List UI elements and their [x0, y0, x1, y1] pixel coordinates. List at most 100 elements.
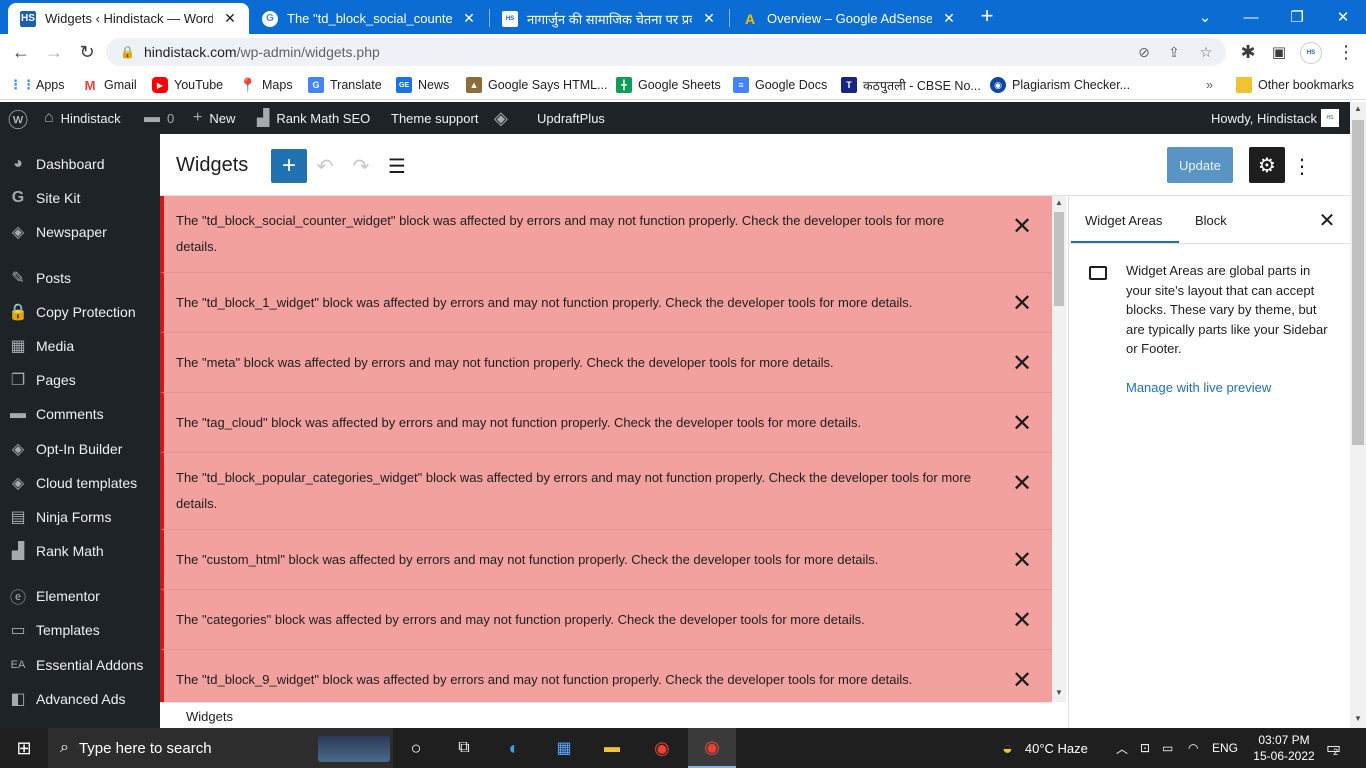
- language-indicator[interactable]: ENG: [1212, 728, 1238, 768]
- bookmark-docs[interactable]: ≡ Google Docs: [733, 76, 827, 94]
- bookmark-gmail[interactable]: M Gmail: [82, 76, 137, 94]
- adminbar-updraftplus[interactable]: UpdraftPlus: [537, 102, 605, 134]
- adminbar-comments[interactable]: ▬ 0: [144, 102, 174, 134]
- content-scrollbar[interactable]: ▲ ▼: [1052, 196, 1066, 702]
- bookmark-maps[interactable]: 📍 Maps: [239, 76, 292, 94]
- breadcrumb-item[interactable]: Widgets: [186, 709, 233, 724]
- file-explorer-icon[interactable]: ▬: [594, 728, 630, 768]
- sidebar-item-templates[interactable]: ▭ Templates: [0, 613, 160, 647]
- battery-icon[interactable]: ▭: [1162, 728, 1173, 768]
- browser-tab-adsense[interactable]: A Overview – Google AdSense ✕: [730, 3, 968, 34]
- adminbar-site[interactable]: ⌂ Hindistack: [44, 102, 121, 134]
- close-notice-icon[interactable]: ✕: [1010, 470, 1034, 497]
- add-block-button[interactable]: +: [271, 149, 307, 183]
- chrome-icon[interactable]: ◉: [644, 728, 680, 768]
- browser-tab-article[interactable]: HS नागार्जुन की सामाजिक चेतना पर प्रकाश …: [490, 3, 728, 34]
- bookmark-plagiarism[interactable]: ◉ Plagiarism Checker...: [990, 76, 1130, 94]
- edge-icon[interactable]: ◐: [496, 728, 532, 768]
- bookmark-youtube[interactable]: ▶ YouTube: [152, 76, 223, 94]
- store-icon[interactable]: ▦: [546, 728, 582, 768]
- sidebar-item-essential-addons[interactable]: EA Essential Addons: [0, 648, 160, 682]
- tab-search-chevron-icon[interactable]: ⌄: [1182, 0, 1228, 34]
- sidebar-item-cloud-templates[interactable]: ◈ Cloud templates: [0, 466, 160, 500]
- profile-avatar[interactable]: HS: [1300, 42, 1322, 64]
- wordpress-logo-icon[interactable]: ⓦ: [8, 102, 35, 134]
- manage-live-preview-link[interactable]: Manage with live preview: [1126, 380, 1271, 395]
- chrome-menu-icon[interactable]: ⋮: [1332, 38, 1360, 66]
- tray-chevron-icon[interactable]: ︿: [1116, 728, 1128, 768]
- share-icon[interactable]: ⇪: [1164, 42, 1184, 62]
- forward-icon[interactable]: →: [40, 38, 68, 66]
- eye-off-icon[interactable]: ⊘: [1134, 42, 1154, 62]
- close-tab-icon[interactable]: ✕: [221, 10, 239, 28]
- sidebar-item-comments[interactable]: ▬ Comments: [0, 397, 160, 431]
- adminbar-new[interactable]: + New: [193, 102, 235, 134]
- chrome-profile-icon[interactable]: ◉: [688, 728, 736, 768]
- bookmark-news[interactable]: GE News: [396, 76, 449, 94]
- close-notice-icon[interactable]: ✕: [1010, 290, 1034, 317]
- address-bar[interactable]: 🔒 hindistack.com/wp-admin/widgets.php ⊘ …: [106, 38, 1226, 66]
- sidebar-item-copy-protection[interactable]: 🔒 Copy Protection: [0, 295, 160, 329]
- close-notice-icon[interactable]: ✕: [1010, 410, 1034, 437]
- star-icon[interactable]: ☆: [1196, 42, 1216, 62]
- scroll-up-icon[interactable]: ▲: [1350, 104, 1366, 113]
- scroll-up-icon[interactable]: ▲: [1052, 198, 1066, 210]
- notification-icon[interactable]: ▭ 2: [1326, 728, 1341, 768]
- adminbar-rankmath[interactable]: ▟ Rank Math SEO: [257, 102, 370, 134]
- scrollbar-thumb[interactable]: [1054, 212, 1064, 306]
- page-scrollbar[interactable]: ▲ ▼: [1350, 102, 1366, 728]
- settings-button[interactable]: ⚙: [1249, 147, 1285, 183]
- sidebar-item-newspaper[interactable]: ◈ Newspaper: [0, 215, 160, 249]
- sidebar-item-ninja-forms[interactable]: ▤ Ninja Forms: [0, 500, 160, 534]
- side-panel-icon[interactable]: ▣: [1265, 38, 1293, 66]
- bookmark-kathputli[interactable]: T कठपुतली - CBSE No...: [841, 76, 981, 94]
- update-button[interactable]: Update: [1167, 147, 1233, 183]
- back-icon[interactable]: ←: [7, 38, 35, 66]
- sidebar-item-media[interactable]: ▦ Media: [0, 329, 160, 363]
- adminbar-howdy[interactable]: Howdy, Hindistack HS: [1211, 102, 1339, 134]
- bookmark-sheets[interactable]: ╋ Google Sheets: [616, 76, 721, 94]
- close-notice-icon[interactable]: ✕: [1010, 547, 1034, 574]
- close-notice-icon[interactable]: ✕: [1010, 213, 1034, 240]
- undo-icon[interactable]: ↶: [310, 151, 340, 181]
- sidebar-item-opt-in-builder[interactable]: ◈ Opt-In Builder: [0, 432, 160, 466]
- task-view-icon[interactable]: ⧉: [446, 728, 482, 768]
- updraft-diamond-icon[interactable]: ◈: [494, 102, 515, 134]
- bookmarks-overflow-icon[interactable]: »: [1206, 76, 1213, 94]
- new-tab-icon[interactable]: +: [976, 5, 998, 27]
- close-tab-icon[interactable]: ✕: [940, 10, 958, 28]
- tab-block[interactable]: Block: [1195, 210, 1227, 244]
- options-menu-icon[interactable]: ⋮: [1292, 151, 1312, 181]
- sidebar-item-posts[interactable]: ✎ Posts: [0, 261, 160, 295]
- sidebar-item-advanced-ads[interactable]: ◧ Advanced Ads: [0, 682, 160, 716]
- browser-tab-widgets[interactable]: HS Widgets ‹ Hindistack — WordPress ✕: [8, 3, 249, 34]
- reload-icon[interactable]: ↻: [73, 38, 101, 66]
- scrollbar-thumb[interactable]: [1352, 120, 1364, 445]
- close-window-icon[interactable]: ✕: [1320, 0, 1366, 34]
- sidebar-item-site-kit[interactable]: G Site Kit: [0, 181, 160, 215]
- network-icon[interactable]: ⊡: [1140, 728, 1150, 768]
- restore-icon[interactable]: ❐: [1274, 0, 1320, 34]
- cortana-icon[interactable]: ○: [398, 728, 434, 768]
- bookmark-other[interactable]: Other bookmarks: [1236, 76, 1354, 94]
- adminbar-theme-support[interactable]: Theme support: [391, 102, 478, 134]
- weather-widget[interactable]: ◒ 40°C Haze: [1002, 728, 1088, 768]
- redo-icon[interactable]: ↷: [346, 151, 376, 181]
- sidebar-item-dashboard[interactable]: ◕ Dashboard: [0, 147, 160, 181]
- scroll-down-icon[interactable]: ▼: [1052, 688, 1066, 700]
- extensions-icon[interactable]: ✱: [1234, 38, 1262, 66]
- close-notice-icon[interactable]: ✕: [1010, 350, 1034, 377]
- sidebar-item-rank-math[interactable]: ▟ Rank Math: [0, 534, 160, 568]
- wifi-icon[interactable]: ◠: [1188, 728, 1198, 768]
- bookmark-apps[interactable]: ⋮⋮ Apps: [9, 76, 65, 94]
- windows-start-icon[interactable]: ⊞: [0, 728, 48, 768]
- clock[interactable]: 03:07 PM 15-06-2022: [1250, 728, 1318, 768]
- list-view-icon[interactable]: ☰: [382, 151, 412, 181]
- bookmark-google-says[interactable]: ▲ Google Says HTML...: [466, 76, 608, 94]
- tab-widget-areas[interactable]: Widget Areas: [1071, 210, 1179, 244]
- minimize-icon[interactable]: —: [1228, 0, 1274, 34]
- sidebar-item-elementor[interactable]: ⓔ Elementor: [0, 579, 160, 613]
- close-panel-icon[interactable]: ✕: [1317, 210, 1337, 232]
- browser-tab-search[interactable]: G The "td_block_social_counter_widget" ✕: [250, 3, 488, 34]
- sidebar-item-pages[interactable]: ❐ Pages: [0, 363, 160, 397]
